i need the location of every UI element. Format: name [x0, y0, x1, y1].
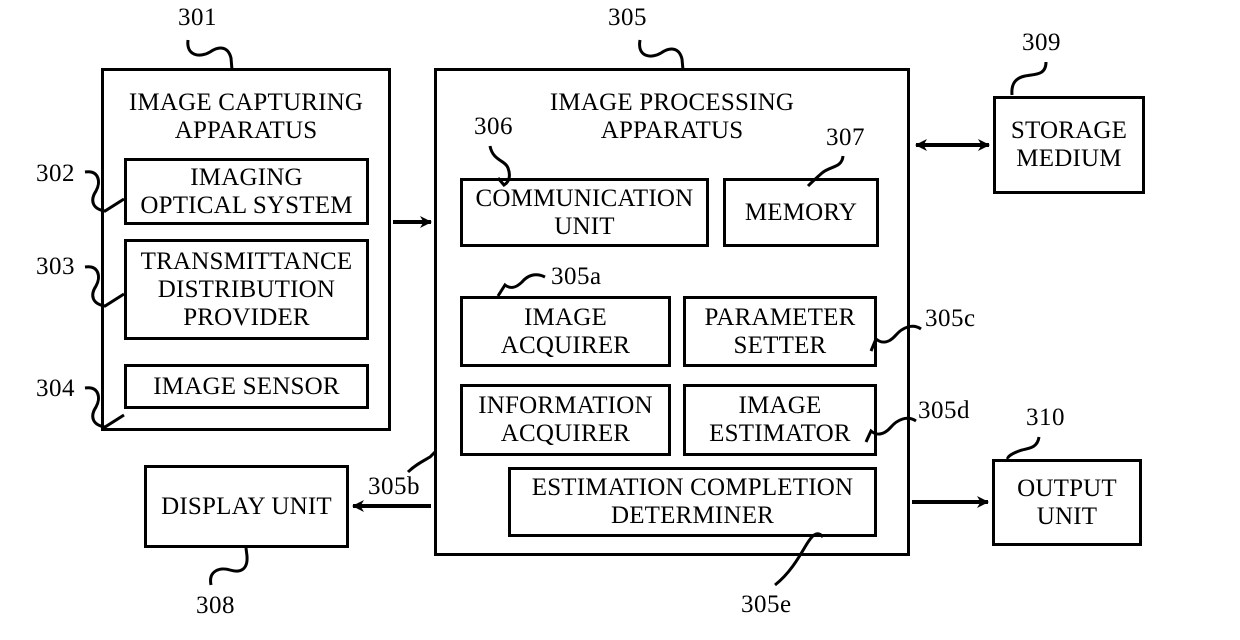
- leader-line-308: [209, 547, 249, 586]
- reference-numeral-305: 305: [608, 4, 647, 31]
- leader-line-305b: [406, 449, 438, 474]
- leader-line-305: [638, 39, 685, 71]
- block-image-acquirer: IMAGE ACQUIRER: [460, 296, 671, 367]
- reference-numeral-309: 309: [1022, 29, 1061, 56]
- block-estimation-completion-determiner-label: ESTIMATION COMPLETION DETERMINER: [531, 474, 854, 529]
- block-memory-label: MEMORY: [744, 198, 858, 226]
- block-image-sensor: IMAGE SENSOR: [124, 364, 369, 409]
- block-image-capturing-apparatus-label: IMAGE CAPTURING APPARATUS: [128, 89, 364, 144]
- block-imaging-optical-system-label: IMAGING OPTICAL SYSTEM: [140, 163, 353, 219]
- block-parameter-setter-label: PARAMETER SETTER: [704, 303, 856, 359]
- reference-numeral-303: 303: [36, 253, 75, 280]
- block-image-sensor-label: IMAGE SENSOR: [153, 372, 340, 400]
- block-information-acquirer: INFORMATION ACQUIRER: [460, 384, 671, 456]
- reference-numeral-305a: 305a: [551, 263, 602, 290]
- reference-numeral-301: 301: [178, 4, 217, 31]
- reference-numeral-302: 302: [36, 160, 75, 187]
- reference-numeral-306: 306: [474, 113, 513, 140]
- block-display-unit-label: DISPLAY UNIT: [161, 492, 332, 520]
- figure-canvas: IMAGE CAPTURING APPARATUS IMAGE PROCESSI…: [0, 0, 1240, 640]
- block-communication-unit-label: COMMUNICATION UNIT: [475, 184, 694, 240]
- block-image-estimator-label: IMAGE ESTIMATOR: [709, 392, 851, 447]
- block-transmittance-distribution-provider-label: TRANSMITTANCE DISTRIBUTION PROVIDER: [140, 247, 353, 331]
- block-image-estimator: IMAGE ESTIMATOR: [683, 384, 877, 456]
- block-parameter-setter: PARAMETER SETTER: [683, 296, 877, 367]
- reference-numeral-305c: 305c: [925, 305, 976, 332]
- reference-numeral-310: 310: [1026, 404, 1065, 431]
- block-communication-unit: COMMUNICATION UNIT: [460, 178, 709, 247]
- reference-numeral-304: 304: [36, 375, 75, 402]
- reference-numeral-308: 308: [196, 592, 235, 619]
- block-output-unit: OUTPUT UNIT: [992, 459, 1142, 546]
- block-memory: MEMORY: [723, 178, 879, 247]
- block-transmittance-distribution-provider: TRANSMITTANCE DISTRIBUTION PROVIDER: [124, 239, 369, 340]
- block-display-unit: DISPLAY UNIT: [144, 465, 349, 548]
- block-output-unit-label: OUTPUT UNIT: [1017, 474, 1117, 530]
- reference-numeral-305e: 305e: [741, 591, 792, 618]
- reference-numeral-307: 307: [826, 124, 865, 151]
- reference-numeral-305b: 305b: [368, 473, 420, 500]
- leader-line-301: [186, 39, 234, 71]
- block-image-acquirer-label: IMAGE ACQUIRER: [500, 303, 631, 359]
- block-imaging-optical-system: IMAGING OPTICAL SYSTEM: [124, 158, 369, 225]
- block-information-acquirer-label: INFORMATION ACQUIRER: [478, 392, 653, 447]
- reference-numeral-305d: 305d: [918, 397, 970, 424]
- block-estimation-completion-determiner: ESTIMATION COMPLETION DETERMINER: [508, 467, 877, 537]
- leader-line-309: [1010, 61, 1048, 96]
- block-storage-medium-label: STORAGE MEDIUM: [1010, 117, 1128, 172]
- block-image-processing-apparatus-label: IMAGE PROCESSING APPARATUS: [549, 89, 795, 144]
- leader-line-310: [1006, 436, 1041, 460]
- block-storage-medium: STORAGE MEDIUM: [993, 96, 1145, 194]
